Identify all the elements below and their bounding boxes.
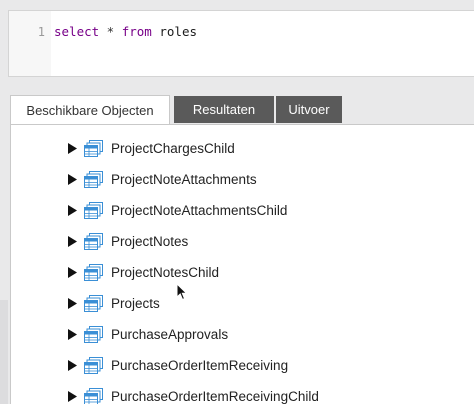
- tree-item[interactable]: PurchaseOrderItemReceiving: [68, 350, 319, 381]
- object-name: ProjectNoteAttachments: [111, 172, 257, 187]
- tree-item[interactable]: PurchaseOrderItemReceivingChild: [68, 381, 319, 404]
- expand-arrow-icon[interactable]: [68, 173, 78, 187]
- table-icon: [84, 201, 104, 220]
- object-name: ProjectNotes: [111, 234, 189, 249]
- object-name: PurchaseOrderItemReceivingChild: [111, 389, 319, 404]
- wildcard: *: [99, 24, 122, 39]
- line-number: 1: [37, 25, 45, 39]
- expand-arrow-icon[interactable]: [68, 297, 78, 311]
- tab-results[interactable]: Resultaten: [174, 96, 274, 123]
- object-name: ProjectChargesChild: [111, 141, 235, 156]
- object-name: PurchaseApprovals: [111, 327, 229, 342]
- table-icon: [84, 356, 104, 375]
- object-name: ProjectNotesChild: [111, 265, 220, 280]
- tree-item[interactable]: Projects: [68, 288, 319, 319]
- tree-item[interactable]: ProjectNotesChild: [68, 257, 319, 288]
- table-icon: [84, 232, 104, 251]
- line-gutter: 1: [9, 11, 51, 76]
- expand-arrow-icon[interactable]: [68, 142, 78, 156]
- tree-item[interactable]: ProjectNotes: [68, 226, 319, 257]
- expand-arrow-icon[interactable]: [68, 328, 78, 342]
- code-line[interactable]: select * from roles: [54, 24, 197, 39]
- tree-item[interactable]: ProjectChargesChild: [68, 133, 319, 164]
- object-name: ProjectNoteAttachmentsChild: [111, 203, 288, 218]
- expand-arrow-icon[interactable]: [68, 235, 78, 249]
- table-icon: [84, 294, 104, 313]
- table-icon: [84, 263, 104, 282]
- table-icon: [84, 387, 104, 404]
- side-strip: [0, 300, 8, 404]
- tree-item[interactable]: PurchaseApprovals: [68, 319, 319, 350]
- sql-editor[interactable]: 1 select * from roles: [8, 10, 474, 77]
- expand-arrow-icon[interactable]: [68, 204, 78, 218]
- expand-arrow-icon[interactable]: [68, 390, 78, 404]
- table-icon: [84, 325, 104, 344]
- mouse-pointer-icon: [176, 283, 188, 301]
- keyword-select: select: [54, 24, 100, 39]
- tree-item[interactable]: ProjectNoteAttachments: [68, 164, 319, 195]
- tab-available-objects[interactable]: Beschikbare Objecten: [10, 95, 170, 125]
- tree-item[interactable]: ProjectNoteAttachmentsChild: [68, 195, 319, 226]
- table-icon: [84, 170, 104, 189]
- object-name: PurchaseOrderItemReceiving: [111, 358, 289, 373]
- object-tree: ProjectChargesChild ProjectNoteAttachment…: [68, 133, 319, 404]
- keyword-from: from: [121, 24, 152, 39]
- objects-panel: ProjectChargesChild ProjectNoteAttachment…: [10, 124, 474, 404]
- object-name: Projects: [111, 296, 160, 311]
- expand-arrow-icon[interactable]: [68, 359, 78, 373]
- expand-arrow-icon[interactable]: [68, 266, 78, 280]
- tab-output[interactable]: Uitvoer: [276, 96, 342, 123]
- table-icon: [84, 139, 104, 158]
- table-name: roles: [151, 24, 197, 39]
